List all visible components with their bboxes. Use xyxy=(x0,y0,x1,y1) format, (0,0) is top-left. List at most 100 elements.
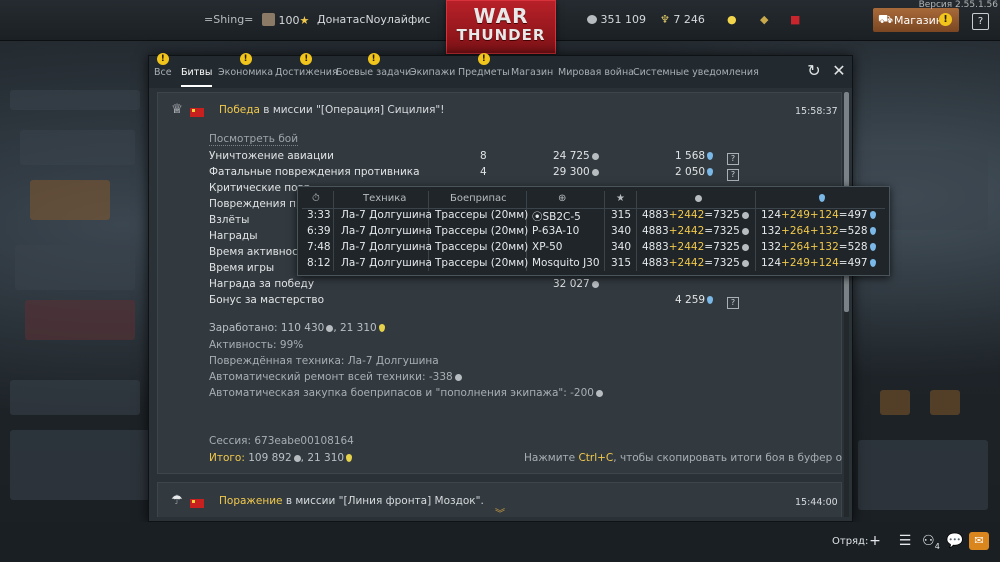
silver-lions-icon xyxy=(587,15,597,24)
tab-items[interactable]: ! Предметы xyxy=(458,53,510,78)
battle-title: Победа в миссии "[Операция] Сицилия"! xyxy=(219,104,445,116)
session-id: Сессия: 673eabe00108164 xyxy=(209,435,354,447)
target-icon: ⦿ xyxy=(532,211,543,223)
silver-lions-icon xyxy=(591,169,599,176)
row-label: Критические повр xyxy=(209,182,311,194)
battle-log: ♕ Победа в миссии "[Операция] Сицилия"! … xyxy=(157,92,842,517)
silver-lions-icon xyxy=(293,455,301,462)
row-label: Награды xyxy=(209,230,258,242)
star-icon: ★ xyxy=(299,14,310,27)
view-battle-link[interactable]: Посмотреть бой xyxy=(209,133,299,146)
parachute-icon: ☂ xyxy=(171,493,183,508)
trophy-icon: ♕ xyxy=(171,102,183,117)
row-label: Взлёты xyxy=(209,214,250,226)
tab-all[interactable]: ! Все xyxy=(154,53,172,78)
shop-alert-badge: ! xyxy=(939,13,952,26)
friends-icon[interactable]: ⚇4 xyxy=(922,532,940,551)
premium-diamond-icon[interactable]: ◆ xyxy=(760,13,768,26)
kill-details-tooltip: ⏱ Техника Боеприпас ⊕ ★ 3:33 Ла-7 Долгуш… xyxy=(297,186,890,276)
shop-button[interactable]: ⛟ Магазин ! xyxy=(873,8,959,32)
activity-text: Активность: 99% xyxy=(209,339,304,351)
research-points-icon xyxy=(346,454,353,462)
alert-badge: ! xyxy=(300,53,313,65)
player-level[interactable]: 100★ xyxy=(262,13,309,27)
row-label: Фатальные повреждения противника xyxy=(209,166,420,178)
restock-text: Автоматическая закупка боеприпасов и "по… xyxy=(209,387,603,399)
expand-chevron-icon[interactable]: ︾ xyxy=(495,505,505,517)
lightbulb-icon[interactable]: ● xyxy=(727,13,737,26)
silver-lions-icon xyxy=(591,153,599,160)
alert-badge: ! xyxy=(477,53,490,65)
add-squad-member-icon[interactable]: + xyxy=(866,532,884,550)
tab-economy[interactable]: ! Экономика xyxy=(218,53,273,78)
silver-lions-icon xyxy=(595,390,603,397)
info-icon[interactable]: ? xyxy=(727,295,739,309)
total-summary: Итого: 109 892, 21 310 xyxy=(209,452,353,464)
battle-result: Победа xyxy=(219,104,260,116)
silver-lions-balance[interactable]: 351 109 xyxy=(585,13,646,26)
crosshair-icon: ⊕ xyxy=(558,193,567,204)
alert-badge: ! xyxy=(367,53,380,65)
battle-time: 15:44:00 xyxy=(795,497,838,508)
top-bar: =Shing= 100★ ДонатасNoyлайфис WAR THUNDE… xyxy=(0,0,1000,54)
research-points-icon xyxy=(378,324,385,332)
info-icon[interactable]: ? xyxy=(727,167,739,181)
help-icon[interactable]: ? xyxy=(972,13,989,30)
tab-world-war[interactable]: Мировая война xyxy=(558,67,634,78)
clock-icon: ⏱ xyxy=(312,193,320,204)
tab-battles[interactable]: Битвы xyxy=(181,67,213,87)
row-label: Бонус за мастерство xyxy=(209,294,325,306)
notifications-window: ! Все Битвы ! Экономика ! Достижения ! Боевы… xyxy=(148,53,853,522)
tab-achievements[interactable]: ! Достижения xyxy=(275,53,338,78)
version-label: Версия 2.55.1.56 xyxy=(918,0,998,10)
tab-shop[interactable]: Магазин xyxy=(511,67,553,78)
squad-name[interactable]: ДонатасNoyлайфис xyxy=(317,13,430,26)
tab-battle-tasks[interactable]: ! Боевые задачи xyxy=(336,53,411,78)
avatar xyxy=(262,13,275,26)
refresh-icon[interactable]: ↻ xyxy=(806,63,822,79)
row-label: Время игры xyxy=(209,262,275,274)
earned-summary: Заработано: 110 430, 21 310 xyxy=(209,322,385,334)
row-label: Награда за победу xyxy=(209,278,315,290)
bottom-bar: Отряд: + ☰ ⚇4 💬 ✉ xyxy=(0,522,1000,562)
ussr-flag-icon xyxy=(190,497,204,510)
row-label: Уничтожение авиации xyxy=(209,150,334,162)
research-points-icon xyxy=(817,193,825,204)
score-star-icon: ★ xyxy=(616,193,625,204)
research-points-icon xyxy=(707,152,714,160)
scrollbar[interactable] xyxy=(844,92,849,517)
ussr-flag-icon xyxy=(190,106,204,119)
war-thunder-logo[interactable]: WAR THUNDER xyxy=(446,0,556,54)
close-icon[interactable]: ✕ xyxy=(831,63,847,79)
silver-lions-icon xyxy=(454,374,462,381)
list-icon[interactable]: ☰ xyxy=(896,532,914,550)
info-icon[interactable]: ? xyxy=(727,151,739,165)
squad-label: Отряд: xyxy=(832,536,869,547)
header-ammo: Боеприпас xyxy=(450,193,507,204)
research-points-icon xyxy=(707,168,714,176)
golden-eagle-icon: ♆ xyxy=(660,13,670,26)
username[interactable]: =Shing= xyxy=(204,13,253,26)
header-vehicle: Техника xyxy=(363,193,407,204)
coupon-icon[interactable]: ■ xyxy=(790,13,800,26)
row-label: Время активности xyxy=(209,246,311,258)
mail-icon[interactable]: ✉ xyxy=(969,532,989,550)
alert-badge: ! xyxy=(239,53,252,65)
tab-crews[interactable]: Экипажи xyxy=(410,67,455,78)
battle-entry-victory: ♕ Победа в миссии "[Операция] Сицилия"! … xyxy=(157,92,842,474)
cart-icon: ⛟ xyxy=(878,12,894,26)
copy-hint: Нажмите Ctrl+C, чтобы скопировать итоги … xyxy=(524,452,842,464)
battle-title: Поражение в миссии "[Линия фронта] Моздо… xyxy=(219,495,484,507)
silver-lions-icon xyxy=(693,193,702,204)
alert-badge: ! xyxy=(156,53,169,65)
repair-text: Автоматический ремонт всей техники: -338 xyxy=(209,371,462,383)
chat-icon[interactable]: 💬 xyxy=(946,532,964,550)
tab-bar: ! Все Битвы ! Экономика ! Достижения ! Боевы… xyxy=(149,53,852,88)
damaged-vehicle-text: Повреждённая техника: Ла-7 Долгушина xyxy=(209,355,439,367)
battle-time: 15:58:37 xyxy=(795,106,838,117)
research-points-icon xyxy=(707,296,714,304)
silver-lions-icon xyxy=(591,281,599,288)
golden-eagles-balance[interactable]: ♆ 7 246 xyxy=(660,13,705,26)
row-label: Повреждения про xyxy=(209,198,310,210)
tab-system-notifications[interactable]: Системные уведомления xyxy=(633,67,759,78)
